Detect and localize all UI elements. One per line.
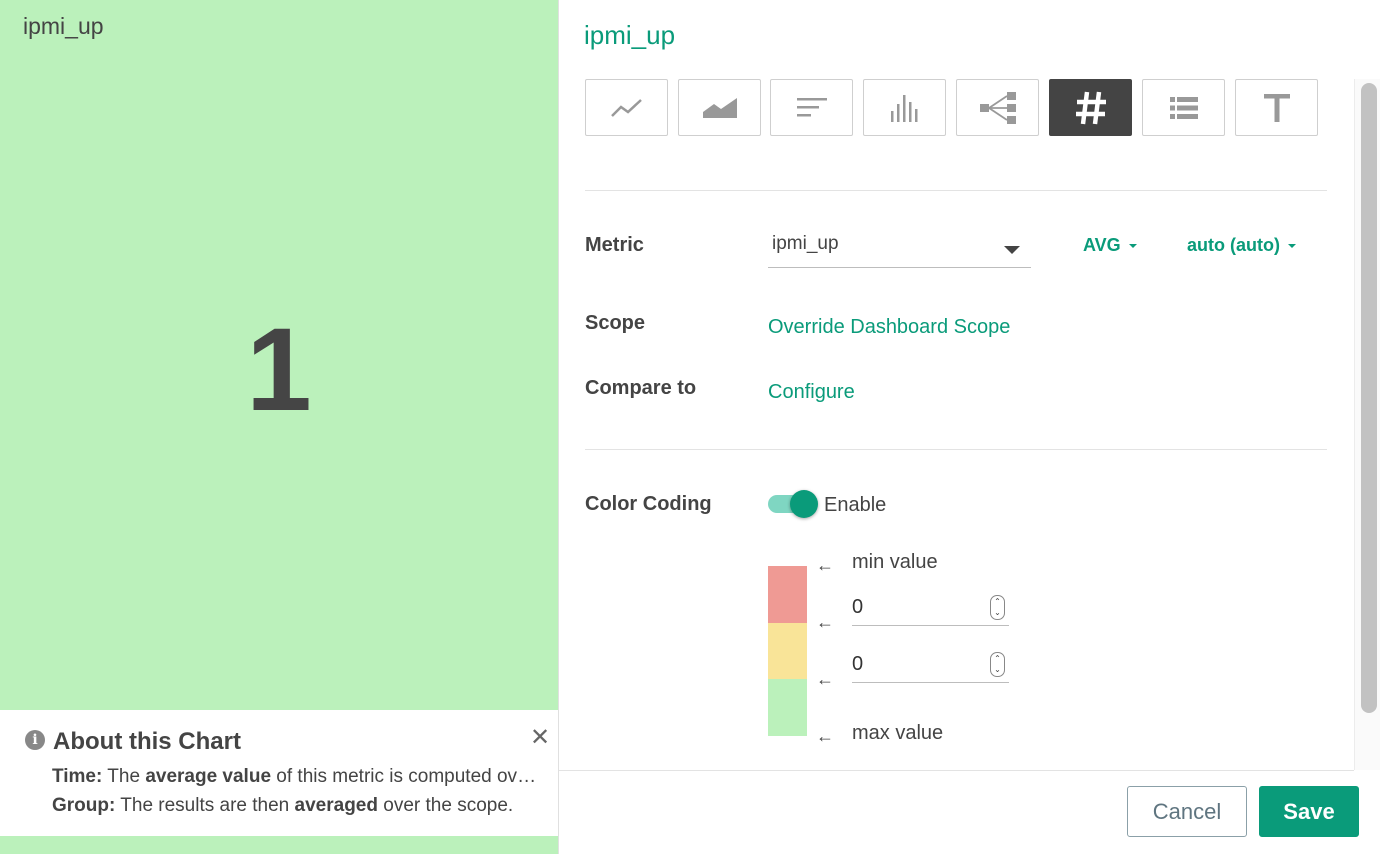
text-t-icon <box>1263 93 1290 122</box>
time-aggregation-dropdown[interactable]: AVG <box>1083 235 1137 256</box>
about-time-line: Time: The average value of this metric i… <box>52 766 537 788</box>
chart-type-text-button[interactable] <box>1235 79 1318 136</box>
group-label: Group: <box>52 795 116 816</box>
chart-type-histogram-button[interactable] <box>863 79 946 136</box>
threshold-input-1[interactable]: 0 ⌃ ⌄ <box>852 590 1009 626</box>
enable-label: Enable <box>824 494 887 516</box>
color-swatch-green[interactable] <box>768 679 807 736</box>
chart-type-line-button[interactable] <box>585 79 668 136</box>
topology-tree-icon <box>979 91 1016 124</box>
group-text-pre: The results are then <box>120 795 290 816</box>
histogram-icon <box>890 94 917 122</box>
toggle-knob <box>790 490 818 518</box>
spinner-icon[interactable]: ⌃ ⌄ <box>990 595 1005 620</box>
threshold-1-value: 0 <box>852 596 864 618</box>
chart-preview: ipmi_up 1 i About this Chart ✕ Time: The… <box>0 0 558 854</box>
caret-down-icon <box>1128 244 1137 249</box>
section-divider <box>585 449 1327 450</box>
chart-type-topology-button[interactable] <box>956 79 1039 136</box>
override-scope-link[interactable]: Override Dashboard Scope <box>768 316 1010 339</box>
metric-select-value: ipmi_up <box>772 233 839 254</box>
close-icon[interactable]: ✕ <box>530 726 550 750</box>
arrow-left-icon: ← <box>816 612 834 632</box>
max-value-label: max value <box>852 722 944 744</box>
section-divider <box>585 190 1327 191</box>
threshold-input-2[interactable]: 0 ⌃ ⌄ <box>852 647 1009 683</box>
hash-icon <box>1075 91 1106 124</box>
time-text-bold: average value <box>145 766 272 787</box>
metric-select[interactable]: ipmi_up <box>768 230 1031 268</box>
horizontal-bars-icon <box>796 97 827 116</box>
color-swatch-yellow[interactable] <box>768 623 807 679</box>
about-chart-box: i About this Chart ✕ Time: The average v… <box>0 710 558 836</box>
arrow-left-icon: ← <box>816 669 834 689</box>
metric-label: Metric <box>585 234 644 256</box>
color-coding-toggle[interactable] <box>768 489 818 519</box>
chart-type-number-button[interactable] <box>1049 79 1132 136</box>
chart-type-area-button[interactable] <box>678 79 761 136</box>
caret-down-icon <box>1287 244 1296 249</box>
group-text-post: over the scope. <box>383 795 514 816</box>
chart-type-table-button[interactable] <box>1142 79 1225 136</box>
time-text-post: of this metric is computed over the time… <box>276 766 537 787</box>
preview-title: ipmi_up <box>23 13 104 39</box>
compare-label: Compare to <box>585 377 697 399</box>
save-button[interactable]: Save <box>1259 786 1359 837</box>
resolution-value: auto (auto) <box>1187 235 1280 255</box>
scope-label: Scope <box>585 312 646 334</box>
info-icon: i <box>25 730 45 750</box>
about-title: About this Chart <box>53 728 241 755</box>
cancel-button[interactable]: Cancel <box>1127 786 1247 837</box>
compare-configure-link[interactable]: Configure <box>768 381 855 404</box>
min-value-label: min value <box>852 551 938 573</box>
caret-down-icon <box>1004 246 1020 254</box>
widget-editor: ipmi_up 1 i About this Chart ✕ Time: The… <box>0 0 1390 854</box>
about-group-line: Group: The results are then averaged ove… <box>52 795 513 817</box>
arrow-left-icon: ← <box>816 726 834 746</box>
table-list-icon <box>1169 96 1198 119</box>
time-aggregation-value: AVG <box>1083 235 1121 255</box>
footer-divider <box>559 770 1354 771</box>
spinner-icon[interactable]: ⌃ ⌄ <box>990 652 1005 677</box>
line-chart-icon <box>610 98 642 117</box>
arrow-left-icon: ← <box>816 555 834 575</box>
group-text-bold: averaged <box>294 795 378 816</box>
chart-type-toplist-button[interactable] <box>770 79 853 136</box>
threshold-2-value: 0 <box>852 653 864 675</box>
scrollbar-thumb[interactable] <box>1361 83 1377 713</box>
panel-divider <box>558 0 559 854</box>
area-chart-icon <box>702 97 737 118</box>
panel-title: ipmi_up <box>584 20 676 50</box>
color-swatch-red[interactable] <box>768 566 807 623</box>
color-coding-label: Color Coding <box>585 493 712 515</box>
resolution-dropdown[interactable]: auto (auto) <box>1187 235 1296 256</box>
time-label: Time: <box>52 766 103 787</box>
number-value: 1 <box>246 304 312 436</box>
time-text-pre: The <box>107 766 141 787</box>
